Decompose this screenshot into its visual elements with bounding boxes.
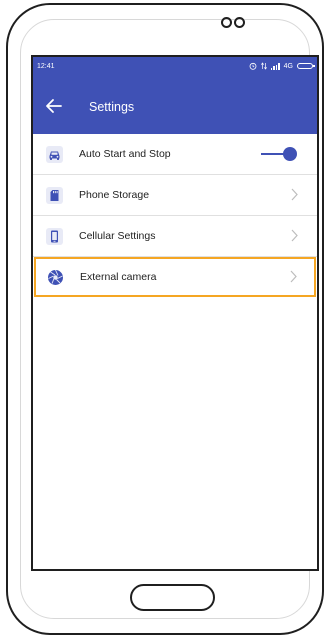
smartphone-icon: [46, 228, 63, 245]
toggle-knob: [283, 147, 297, 161]
phone-screen: 12:41 4G Settings Auto Start and Stop Ph…: [31, 55, 319, 571]
home-button[interactable]: [130, 584, 215, 611]
back-arrow-icon[interactable]: [41, 93, 67, 119]
status-bar: 12:41 4G: [33, 57, 317, 78]
settings-item-phone-storage[interactable]: Phone Storage: [33, 175, 317, 216]
settings-list: Auto Start and Stop Phone Storage Cellul…: [33, 134, 317, 297]
status-time: 12:41: [37, 63, 55, 70]
settings-item-cellular-settings[interactable]: Cellular Settings: [33, 216, 317, 257]
battery-icon: [297, 63, 315, 69]
front-camera-icon: [221, 17, 232, 28]
chevron-right-icon: [291, 188, 298, 201]
alarm-icon: [249, 62, 257, 70]
settings-item-label: Auto Start and Stop: [79, 148, 171, 160]
settings-item-auto-start-stop[interactable]: Auto Start and Stop: [33, 134, 317, 175]
chevron-right-icon: [291, 229, 298, 242]
signal-strength-icon: [270, 62, 280, 70]
settings-item-label: External camera: [80, 271, 157, 283]
chevron-right-icon: [290, 270, 297, 283]
car-icon: [46, 146, 63, 163]
settings-item-external-camera[interactable]: External camera: [34, 257, 316, 297]
settings-item-label: Cellular Settings: [79, 230, 156, 242]
settings-item-label: Phone Storage: [79, 189, 150, 201]
network-type: 4G: [283, 62, 293, 70]
data-transfer-icon: [260, 62, 267, 70]
sd-card-icon: [46, 187, 63, 204]
sensor-icon: [234, 17, 245, 28]
page-title: Settings: [89, 100, 135, 114]
camera-aperture-icon: [48, 269, 63, 285]
status-icons: 4G: [249, 62, 315, 70]
app-bar: Settings: [33, 78, 317, 134]
auto-start-stop-toggle[interactable]: [261, 145, 297, 163]
